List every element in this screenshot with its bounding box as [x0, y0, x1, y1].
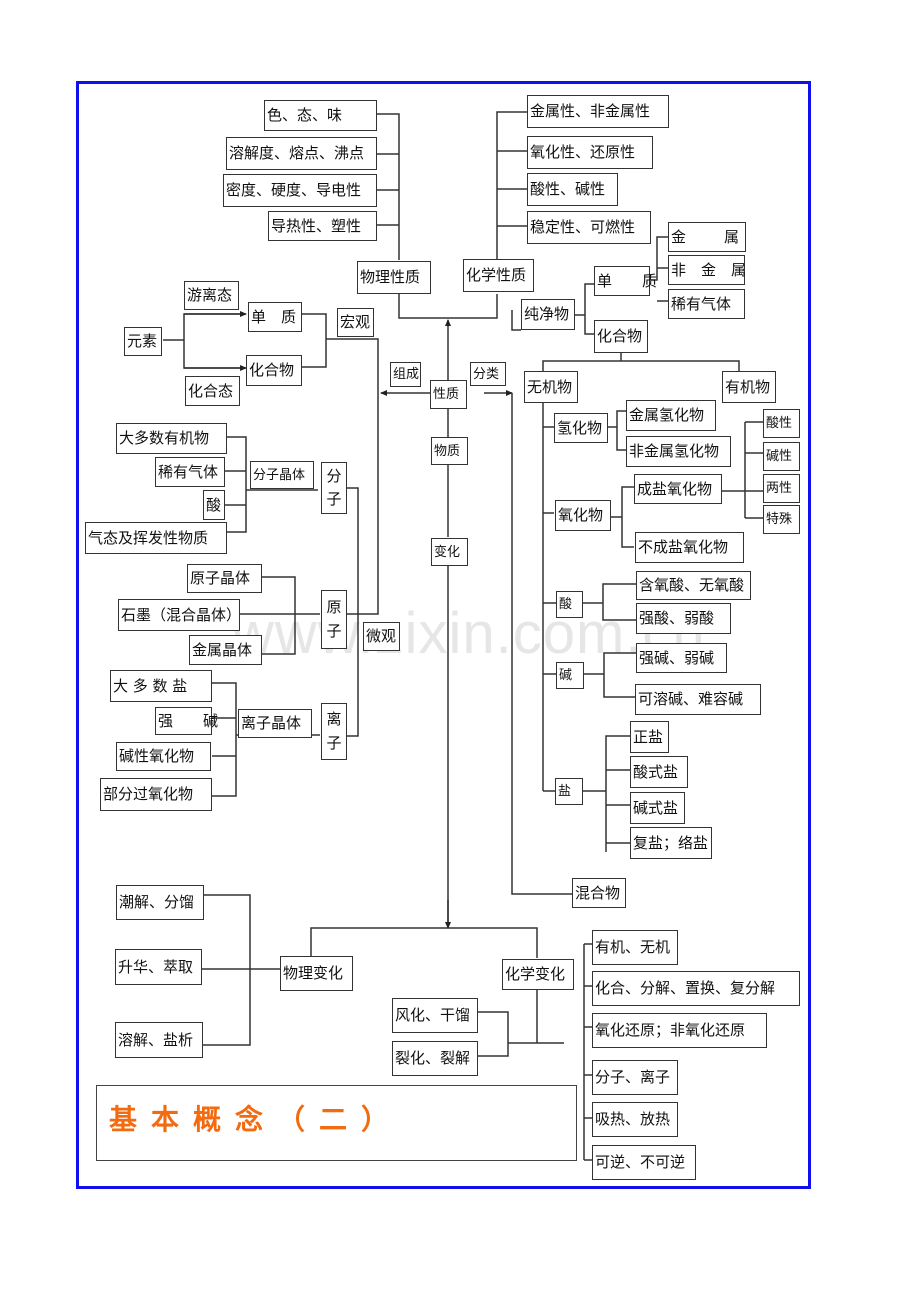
basic-salt-node: 碱式盐 [630, 792, 685, 824]
base-node: 碱 [556, 662, 584, 689]
chem-type-reversibility: 可逆、不可逆 [592, 1145, 696, 1180]
center-change-node: 变化 [431, 538, 468, 566]
atom-char-1: 原 [326, 598, 342, 617]
double-salt-node: 复盐；络盐 [630, 827, 712, 859]
chemical-change-node: 化学变化 [502, 959, 574, 990]
ion-char-1: 离 [326, 710, 342, 729]
center-substance-node: 物质 [431, 437, 468, 465]
element-node: 元素 [124, 327, 162, 356]
macro-label: 宏观 [337, 308, 374, 337]
noble-gas-node: 稀有气体 [668, 289, 745, 319]
metal-char-1: 金 [671, 227, 687, 246]
base-solubility-node: 可溶碱、难容碱 [635, 684, 761, 715]
combined-state-node: 化合态 [185, 376, 240, 406]
ionic-crystal-item-strong-base: 强 碱 [155, 707, 218, 735]
molecule-char-2: 子 [326, 490, 342, 508]
physical-properties-node: 物理性质 [357, 261, 431, 294]
nonmetal-node: 非 金 属 [668, 255, 746, 285]
chemical-property-stability: 稳定性、可燃性 [527, 211, 651, 244]
oxide-kind-amphoteric: 两性 [763, 474, 800, 503]
physical-change-item-sublimation: 升华、萃取 [115, 949, 202, 985]
metal-node: 金 属 [668, 222, 746, 252]
composition-label: 组成 [390, 362, 421, 387]
simple-substance-label: 单 质 [251, 307, 297, 326]
physical-property-solubility: 溶解度、熔点、沸点 [226, 137, 377, 170]
chem-type-molecular-ionic: 分子、离子 [592, 1060, 678, 1095]
physical-property-color-state-smell: 色、态、味 [264, 100, 377, 131]
molecular-crystal-item-noble-gas: 稀有气体 [155, 457, 225, 487]
molecular-crystal-item-volatile: 气态及挥发性物质 [85, 522, 227, 554]
oxide-kind-basic: 碱性 [763, 442, 800, 471]
salt-forming-oxide-node: 成盐氧化物 [634, 474, 722, 504]
pure-substance-node: 纯净物 [521, 299, 575, 330]
acid-node: 酸 [556, 591, 583, 618]
chem-type-redox: 氧化还原；非氧化还原 [592, 1013, 767, 1048]
metal-char-2: 属 [723, 227, 739, 246]
ionic-crystal-item-peroxide: 部分过氧化物 [100, 778, 212, 811]
center-property-node: 性质 [430, 380, 467, 409]
molecule-char-1: 分 [326, 466, 342, 485]
hydride-node: 氢化物 [554, 413, 608, 443]
acid-salt-node: 酸式盐 [630, 756, 688, 788]
simple-substance-node: 单 质 [248, 302, 302, 332]
page-title: 基本概念（二） [109, 1103, 404, 1136]
mixture-node: 混合物 [572, 878, 626, 908]
chemical-properties-node: 化学性质 [463, 259, 534, 292]
atomic-crystal-node: 原子晶体 [187, 564, 262, 593]
physical-change-item-deliquescence: 潮解、分馏 [116, 885, 204, 920]
atom-char-2: 子 [326, 621, 342, 640]
title-box: 基本概念（二） [96, 1085, 577, 1161]
oxide-kind-acidic: 酸性 [763, 409, 800, 438]
graphite-node: 石墨（混合晶体） [118, 599, 241, 631]
molecular-crystal-item-acid: 酸 [203, 490, 225, 520]
class-compound-node: 化合物 [594, 320, 648, 353]
molecular-crystal-node: 分子晶体 [250, 461, 314, 489]
atom-node: 原 子 [321, 590, 347, 649]
metal-hydride-node: 金属氢化物 [626, 400, 716, 431]
organic-node: 有机物 [722, 371, 776, 403]
physical-property-density: 密度、硬度、导电性 [223, 174, 377, 207]
classification-label: 分类 [470, 362, 506, 386]
chemical-property-acidity: 酸性、碱性 [527, 173, 618, 206]
molecule-node: 分 子 [321, 462, 347, 514]
inorganic-node: 无机物 [524, 371, 578, 403]
non-salt-forming-oxide-node: 不成盐氧化物 [635, 532, 744, 563]
ion-node: 离 子 [321, 703, 347, 760]
molecular-crystal-item-organics: 大多数有机物 [116, 423, 227, 454]
physical-change-node: 物理变化 [280, 956, 353, 991]
acid-strength-node: 强酸、弱酸 [636, 603, 731, 634]
ionic-crystal-item-salts: 大 多 数 盐 [110, 670, 212, 702]
compound-node: 化合物 [246, 355, 302, 386]
normal-salt-node: 正盐 [630, 721, 669, 753]
nonmetal-hydride-node: 非金属氢化物 [626, 436, 731, 467]
acid-oxy-node: 含氧酸、无氧酸 [636, 571, 751, 600]
salt-node: 盐 [555, 778, 583, 805]
oxide-kind-special: 特殊 [763, 505, 800, 534]
chemical-property-metallic: 金属性、非金属性 [527, 95, 669, 128]
ionic-crystal-item-basic-oxide: 碱性氧化物 [116, 742, 211, 771]
micro-label: 微观 [363, 622, 400, 651]
physical-change-item-dissolution: 溶解、盐析 [115, 1022, 203, 1058]
chem-type-thermal: 吸热、放热 [592, 1102, 678, 1137]
watermark: www.zixin.com.cn [232, 601, 706, 666]
base-strength-node: 强碱、弱碱 [636, 643, 727, 673]
chem-type-organic-inorganic: 有机、无机 [592, 930, 678, 965]
free-state-node: 游离态 [184, 281, 239, 310]
chemical-property-redox: 氧化性、还原性 [527, 136, 653, 169]
oxide-node: 氧化物 [555, 500, 611, 531]
chemical-change-weathering: 风化、干馏 [392, 998, 478, 1033]
metallic-crystal-node: 金属晶体 [189, 635, 262, 665]
ionic-crystal-node: 离子晶体 [238, 709, 312, 738]
chem-type-reaction-kinds: 化合、分解、置换、复分解 [592, 971, 800, 1006]
ion-char-2: 子 [326, 733, 342, 752]
physical-property-heat-conductivity: 导热性、塑性 [268, 211, 377, 241]
chemical-change-cracking: 裂化、裂解 [392, 1041, 478, 1076]
class-simple-substance-node: 单 质 [594, 266, 657, 296]
